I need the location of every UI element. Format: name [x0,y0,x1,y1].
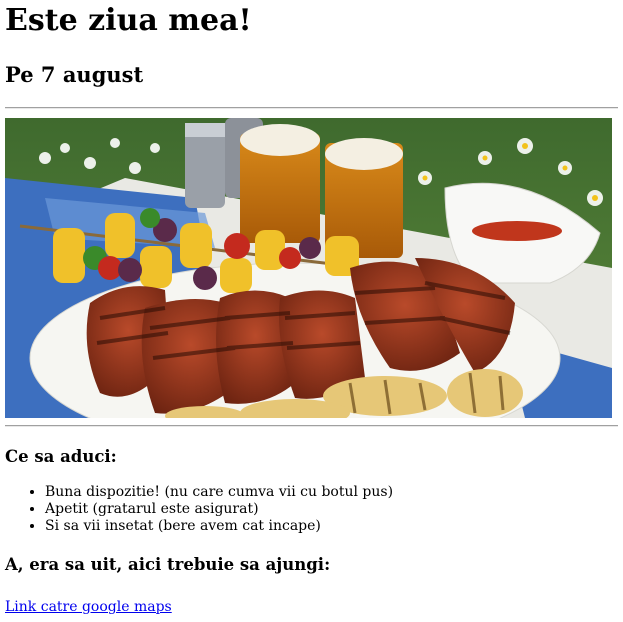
page: Este ziua mea! Pe 7 august Ce sa aduci: … [0,0,623,615]
page-title: Este ziua mea! [5,3,252,38]
divider-top [5,107,618,109]
bring-heading: Ce sa aduci: [5,447,117,466]
list-item: Buna dispozitie! (nu care cumva vii cu b… [45,484,618,501]
list-item: Si sa vii insetat (bere avem cat incape) [45,518,618,535]
google-maps-link[interactable]: Link catre google maps [5,599,172,615]
bring-list: Buna dispozitie! (nu care cumva vii cu b… [5,484,618,535]
location-heading: A, era sa uit, aici trebuie sa ajungi: [5,555,331,574]
party-date: Pe 7 august [5,62,144,87]
bbq-photo [5,118,612,418]
divider-bottom [5,425,618,427]
list-item: Apetit (gratarul este asigurat) [45,501,618,518]
